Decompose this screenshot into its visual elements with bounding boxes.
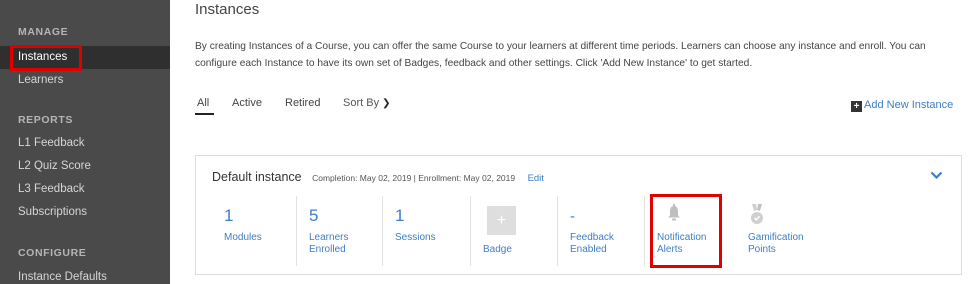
page-title: Instances [195, 1, 260, 18]
tab-active[interactable]: Active [232, 97, 262, 109]
gamification-label-line1: Gamification [748, 232, 804, 243]
tab-all[interactable]: All [197, 97, 209, 109]
stat-learners-enrolled[interactable]: 5 Learners Enrolled [296, 196, 382, 266]
instance-card: Default instance Completion: May 02, 201… [195, 155, 962, 275]
sidebar: MANAGE Instances Learners REPORTS L1 Fee… [0, 0, 170, 284]
stat-modules[interactable]: 1 Modules [212, 196, 296, 266]
instance-header: Default instance Completion: May 02, 201… [212, 168, 544, 186]
page-description: By creating Instances of a Course, you c… [195, 41, 926, 69]
instance-dates: Completion: May 02, 2019 | Enrollment: M… [312, 173, 516, 183]
notification-label-line2: Alerts [657, 244, 683, 255]
stat-sessions[interactable]: 1 Sessions [382, 196, 470, 266]
instance-name: Default instance [212, 170, 302, 184]
sidebar-item-l2-quiz-score[interactable]: L2 Quiz Score [0, 155, 170, 178]
learners-count: 5 [309, 206, 319, 225]
badge-label: Badge [483, 244, 512, 255]
sidebar-item-l3-feedback[interactable]: L3 Feedback [0, 178, 170, 201]
sidebar-section-reports: REPORTS [18, 114, 73, 126]
modules-label: Modules [224, 232, 262, 243]
sessions-label: Sessions [395, 232, 436, 243]
stat-notification-alerts[interactable]: Notification Alerts [644, 196, 732, 266]
active-tab-indicator [195, 113, 214, 115]
edit-instance-link[interactable]: Edit [528, 173, 544, 184]
sort-by-dropdown[interactable]: Sort By ❯ [343, 97, 390, 109]
tab-retired[interactable]: Retired [285, 97, 320, 109]
stat-badge[interactable]: + Badge [470, 196, 557, 266]
add-new-instance-button[interactable]: + Add New Instance [851, 99, 953, 112]
gamification-label-line2: Points [748, 244, 776, 255]
expand-chevron-icon[interactable] [930, 167, 943, 183]
modules-count: 1 [224, 206, 234, 225]
plus-icon: + [851, 101, 862, 112]
stat-gamification-points[interactable]: Gamification Points [736, 196, 836, 266]
learners-label-line1: Learners [309, 232, 349, 243]
bell-icon [667, 204, 681, 227]
sidebar-item-learners[interactable]: Learners [0, 69, 170, 92]
add-badge-plus-icon[interactable]: + [487, 206, 516, 235]
sidebar-section-manage: MANAGE [18, 26, 69, 38]
medal-icon [750, 204, 764, 231]
learners-label-line2: Enrolled [309, 244, 346, 255]
sidebar-item-instance-defaults[interactable]: Instance Defaults [0, 266, 170, 284]
sidebar-item-l1-feedback[interactable]: L1 Feedback [0, 132, 170, 155]
feedback-label-line2: Enabled [570, 244, 607, 255]
feedback-label-line1: Feedback [570, 232, 614, 243]
sessions-count: 1 [395, 206, 405, 225]
sidebar-section-configure: CONFIGURE [18, 247, 87, 259]
notification-label-line1: Notification [657, 232, 707, 243]
sidebar-item-instances[interactable]: Instances [0, 46, 170, 69]
feedback-value: - [570, 208, 575, 225]
add-new-instance-label: Add New Instance [864, 99, 954, 111]
stat-feedback-enabled[interactable]: - Feedback Enabled [557, 196, 644, 266]
chevron-down-icon: ❯ [382, 98, 391, 109]
sort-by-label: Sort By [343, 97, 380, 109]
sidebar-item-subscriptions[interactable]: Subscriptions [0, 201, 170, 224]
